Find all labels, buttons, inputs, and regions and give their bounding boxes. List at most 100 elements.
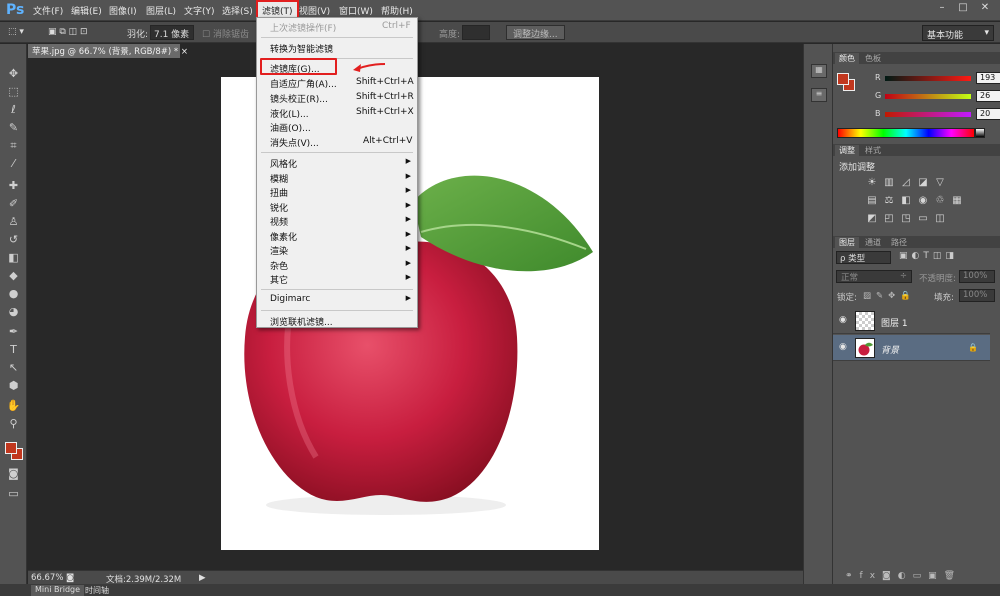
menu-type[interactable]: 文字(Y): [184, 4, 215, 17]
exposure-icon[interactable]: ◪: [917, 177, 929, 188]
tab-color[interactable]: 颜色: [835, 53, 859, 64]
menu-window[interactable]: 窗口(W): [339, 4, 373, 17]
quick-mask-icon[interactable]: ◙: [5, 466, 22, 481]
tab-paths[interactable]: 路径: [887, 237, 911, 248]
visibility-eye-icon[interactable]: ◉: [839, 315, 847, 325]
color-spectrum-grayscale[interactable]: [975, 128, 985, 138]
close-icon[interactable]: ✕: [977, 2, 993, 16]
menu-other[interactable]: 其它 ▶: [257, 272, 417, 286]
layer-filter-icons[interactable]: ▣◐T◫◨: [899, 251, 958, 261]
zoom-tool-icon[interactable]: ⚲: [5, 416, 22, 431]
color-fg-swatch[interactable]: [837, 73, 849, 85]
menu-vanishing-point[interactable]: 消失点(V)... Alt+Ctrl+V: [257, 135, 417, 149]
layer-row-layer1[interactable]: ◉ 图层 1: [833, 308, 990, 334]
rect-marquee-tool-icon[interactable]: ⬚: [5, 84, 22, 99]
menu-file[interactable]: 文件(F): [33, 4, 63, 17]
hand-tool-icon[interactable]: ✋: [5, 398, 22, 413]
red-slider[interactable]: [885, 76, 971, 81]
gradient-map-icon[interactable]: ▭: [917, 213, 929, 224]
minimize-icon[interactable]: –: [934, 2, 950, 16]
refine-edge-button[interactable]: 调整边缘...: [506, 25, 565, 40]
status-menu-arrow-icon[interactable]: ▶: [199, 573, 206, 583]
selective-color-icon[interactable]: ◫: [934, 213, 946, 224]
antialias-checkbox[interactable]: ☐ 消除锯齿: [202, 27, 249, 40]
menu-adaptive-wide-angle[interactable]: 自适应广角(A)... Shift+Ctrl+A: [257, 76, 417, 90]
crop-tool-icon[interactable]: ⌗: [5, 138, 22, 153]
menu-pixelate[interactable]: 像素化 ▶: [257, 229, 417, 243]
type-tool-icon[interactable]: T: [5, 342, 22, 357]
green-value-input[interactable]: 26: [976, 90, 1000, 102]
blue-slider[interactable]: [885, 112, 971, 117]
red-value-input[interactable]: 193: [976, 72, 1000, 84]
workspace-select[interactable]: 基本功能 ▾: [922, 25, 994, 41]
feather-input[interactable]: 7.1 像素: [150, 25, 194, 40]
photo-filter-icon[interactable]: ◉: [917, 195, 929, 206]
blend-mode-select[interactable]: 正常 ÷: [836, 270, 912, 283]
menu-view[interactable]: 视图(V): [299, 4, 330, 17]
history-brush-icon[interactable]: ↺: [5, 232, 22, 247]
eraser-tool-icon[interactable]: ◧: [5, 250, 22, 265]
clone-stamp-icon[interactable]: ♙: [5, 214, 22, 229]
menu-liquify[interactable]: 液化(L)... Shift+Ctrl+X: [257, 106, 417, 120]
tab-swatches[interactable]: 色板: [861, 53, 885, 64]
vibrance-icon[interactable]: ▽: [934, 177, 946, 188]
tab-channels[interactable]: 通道: [861, 237, 885, 248]
menu-blur[interactable]: 模糊 ▶: [257, 171, 417, 185]
document-tab[interactable]: 苹果.jpg @ 66.7% (背景, RGB/8#) * ×: [28, 44, 188, 58]
color-balance-icon[interactable]: ⚖: [883, 195, 895, 206]
path-select-icon[interactable]: ↖: [5, 360, 22, 375]
tab-layers[interactable]: 图层: [835, 237, 859, 248]
marquee-tool-icon[interactable]: ⬚ ▾: [8, 27, 24, 37]
menu-browse-online-filters[interactable]: 浏览联机滤镜...: [257, 314, 417, 328]
menu-distort[interactable]: 扭曲 ▶: [257, 185, 417, 199]
levels-icon[interactable]: ▥: [883, 177, 895, 188]
tab-mini-bridge[interactable]: Mini Bridge: [31, 585, 85, 596]
fill-input[interactable]: 100%: [959, 289, 995, 302]
menu-noise[interactable]: 杂色 ▶: [257, 258, 417, 272]
pen-tool-icon[interactable]: ✒: [5, 324, 22, 339]
threshold-icon[interactable]: ◳: [900, 213, 912, 224]
menu-video[interactable]: 视频 ▶: [257, 214, 417, 228]
healing-brush-icon[interactable]: ✚: [5, 178, 22, 193]
lock-icons[interactable]: ▨✎✥🔒: [863, 291, 916, 301]
tab-timeline[interactable]: 时间轴: [81, 585, 113, 596]
menu-digimarc[interactable]: Digimarc ▶: [257, 293, 417, 307]
brightness-icon[interactable]: ☀: [866, 177, 878, 188]
status-info-icon[interactable]: ◙: [66, 573, 74, 583]
channel-mixer-icon[interactable]: ♲: [934, 195, 946, 206]
menu-image[interactable]: 图像(I): [109, 4, 137, 17]
menu-stylize[interactable]: 风格化 ▶: [257, 156, 417, 170]
dodge-tool-icon[interactable]: ◕: [5, 304, 22, 319]
posterize-icon[interactable]: ◰: [883, 213, 895, 224]
menu-help[interactable]: 帮助(H): [381, 4, 413, 17]
visibility-eye-icon[interactable]: ◉: [839, 342, 847, 352]
close-tab-icon[interactable]: ×: [181, 47, 188, 57]
selection-mode-icons[interactable]: ▣ ⧉ ◫ ⊡: [48, 27, 88, 37]
color-spectrum[interactable]: [837, 128, 975, 138]
green-slider[interactable]: [885, 94, 971, 99]
tab-styles[interactable]: 样式: [861, 145, 885, 156]
paint-bucket-icon[interactable]: ◆: [5, 268, 22, 283]
menu-lens-correction[interactable]: 镜头校正(R)... Shift+Ctrl+R: [257, 91, 417, 105]
screen-mode-icon[interactable]: ▭: [5, 486, 22, 501]
invert-icon[interactable]: ◩: [866, 213, 878, 224]
height-input[interactable]: [462, 25, 490, 40]
menu-convert-smart-filter[interactable]: 转换为智能滤镜: [257, 41, 417, 55]
menu-edit[interactable]: 编辑(E): [71, 4, 102, 17]
layer-filter-select[interactable]: ρ 类型: [836, 251, 891, 264]
properties-panel-icon[interactable]: ≡: [811, 88, 827, 102]
maximize-icon[interactable]: □: [955, 2, 971, 16]
shape-tool-icon[interactable]: ⬢: [5, 378, 22, 393]
black-white-icon[interactable]: ◧: [900, 195, 912, 206]
brush-tool-icon[interactable]: ✐: [5, 196, 22, 211]
menu-sharpen[interactable]: 锐化 ▶: [257, 200, 417, 214]
eyedropper-tool-icon[interactable]: ⁄: [5, 156, 22, 171]
lasso-tool-icon[interactable]: ℓ: [5, 102, 22, 117]
hue-saturation-icon[interactable]: ▤: [866, 195, 878, 206]
move-tool-icon[interactable]: ✥: [5, 66, 22, 81]
quick-select-tool-icon[interactable]: ✎: [5, 120, 22, 135]
opacity-input[interactable]: 100%: [959, 270, 995, 283]
menu-select[interactable]: 选择(S): [222, 4, 253, 17]
menu-last-filter[interactable]: 上次滤镜操作(F) Ctrl+F: [257, 20, 417, 34]
color-lookup-icon[interactable]: ▦: [951, 195, 963, 206]
